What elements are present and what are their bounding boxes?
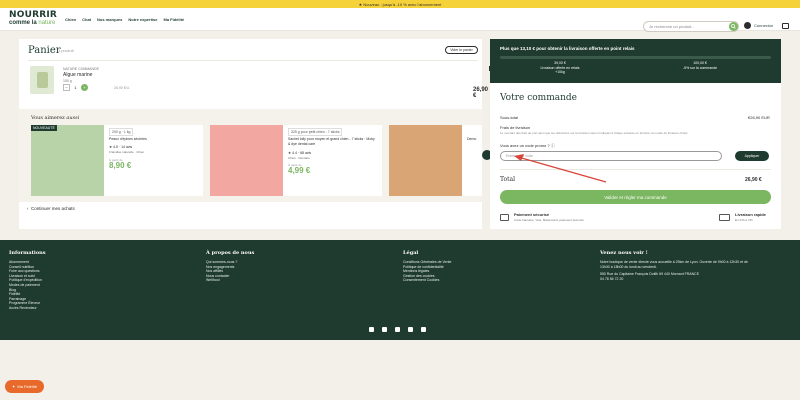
nav-chat[interactable]: Chat xyxy=(82,17,91,22)
progress-bar xyxy=(500,56,771,59)
contact-text: Notre boutique de vente directe vous acc… xyxy=(600,260,748,269)
banner-text: ★ Nouveau : jusqu'à -10 % avec l'abonnem… xyxy=(358,1,442,7)
gift-icon: ✦ xyxy=(12,384,16,389)
truck-icon xyxy=(719,214,730,221)
shipping-note: Le montant des frais de port ainsi que l… xyxy=(500,131,689,135)
total-value: 26,90 € xyxy=(745,177,762,183)
footer-about: À propos de nous Qui sommes-nous ? Nos e… xyxy=(206,250,255,283)
footer-link[interactable]: Accès Revendeur xyxy=(9,306,46,311)
recommendations-title: Vous aimerez aussi xyxy=(31,115,80,121)
product-image[interactable] xyxy=(31,125,104,196)
cart-item-unit-price: 26,90 €/U. xyxy=(114,86,131,90)
order-summary: Votre commande Sous-total €26,90 EUR Fra… xyxy=(490,83,781,229)
free-shipping-progress: Plus que 13,10 € pour obtenir la livrais… xyxy=(490,39,781,83)
subtotal-label: Sous-total xyxy=(500,115,519,120)
secure-payment-title: Paiement sécurisé xyxy=(514,212,550,217)
product-weight[interactable]: 200 g · 1 kg xyxy=(109,128,134,136)
search-input[interactable]: Je recherche un produit... xyxy=(643,21,739,32)
product-rating: ★ 4.5 · 14 avis xyxy=(109,145,133,149)
account-link[interactable]: Connexion xyxy=(744,22,773,29)
product-weight[interactable]: 325 g pour petit chien - 7 sticks xyxy=(288,128,343,136)
quantity-value[interactable]: 1 xyxy=(71,84,80,91)
shipping-label: Frais de livraison xyxy=(500,125,531,130)
contact-phone[interactable]: 04 78 56 72 20 xyxy=(600,277,750,282)
linkedin-icon[interactable] xyxy=(421,327,426,332)
empty-cart-button[interactable]: Vider le panier xyxy=(445,46,478,54)
milestone: 100,00 € -5% sur la commande xyxy=(682,61,718,70)
site-header: NOURRIR comme la nature Chien Chat Nos m… xyxy=(0,8,800,32)
decrease-button[interactable]: − xyxy=(63,84,70,91)
apply-code-button[interactable]: Appliquer xyxy=(735,151,769,161)
product-rating: ★ 4.4 · 68 avis xyxy=(288,151,312,155)
search-button[interactable] xyxy=(729,22,738,31)
footer-informations: Informations Abonnement Conseil nutritio… xyxy=(9,250,46,311)
account-label: Connexion xyxy=(754,23,774,28)
search-icon xyxy=(731,24,736,29)
cart-item-image[interactable] xyxy=(30,66,54,94)
order-title: Votre commande xyxy=(500,93,577,103)
fast-delivery-sub: En 24h à 72h xyxy=(735,218,753,222)
loyalty-button[interactable]: ✦ Ma Fidélité xyxy=(5,380,44,393)
facebook-icon[interactable] xyxy=(369,327,374,332)
promo-code-input[interactable]: Entrer votre code xyxy=(500,151,722,161)
footer-link[interactable]: Wellfood xyxy=(206,278,254,283)
product-image[interactable] xyxy=(210,125,283,196)
instagram-icon[interactable] xyxy=(382,327,387,332)
cart-item-total: 26,90 € xyxy=(473,87,489,99)
product-card[interactable]: Demo xyxy=(389,125,482,196)
product-image[interactable] xyxy=(389,125,462,196)
fast-delivery-title: Livraison rapide xyxy=(735,212,766,217)
product-name[interactable]: Sachet lolly pour moyen et grand chien -… xyxy=(288,137,376,146)
promo-code-label: Vous avez un code promo ? ⓘ xyxy=(500,143,555,148)
cart-title: Panier xyxy=(28,45,61,56)
product-tags: Friandise naturelle · Chien xyxy=(109,150,145,154)
info-icon: ⓘ xyxy=(550,143,555,148)
product-card[interactable]: 325 g pour petit chien - 7 sticks Sachet… xyxy=(210,125,382,196)
cart-item-weight: 150 g xyxy=(63,79,72,83)
loyalty-label: Ma Fidélité xyxy=(17,384,37,389)
product-price: 8,90 € xyxy=(109,161,132,170)
recommendations-section: Vous aimerez aussi 200 g · 1 kg Peaux d'… xyxy=(19,109,492,202)
nav-chien[interactable]: Chien xyxy=(65,17,76,22)
checkout-button[interactable]: Valider et régler ma commande xyxy=(500,190,771,204)
card-icon xyxy=(500,214,509,221)
main-nav: Chien Chat Nos marques Notre expertise M… xyxy=(65,17,184,22)
milestone: 39,00 € Livraison offerte en relais +10k… xyxy=(540,61,580,75)
new-badge: NOUVEAUTÉ xyxy=(31,125,57,131)
logo-text-bottom: comme la nature xyxy=(9,20,56,26)
footer-link[interactable]: Consentement Cookies xyxy=(403,278,451,283)
youtube-icon[interactable] xyxy=(408,327,413,332)
tiktok-icon[interactable] xyxy=(395,327,400,332)
product-name[interactable]: Peaux d'épines séchées xyxy=(109,137,197,142)
divider xyxy=(500,169,771,170)
promo-message: Plus que 13,10 € pour obtenir la livrais… xyxy=(500,46,635,51)
nav-marques[interactable]: Nos marques xyxy=(97,17,122,22)
nav-expertise[interactable]: Notre expertise xyxy=(128,17,157,22)
product-tags: Chien · Dentaire xyxy=(288,156,310,160)
site-footer: Informations Abonnement Conseil nutritio… xyxy=(0,240,800,340)
continue-shopping-link[interactable]: ‹ Continuer mes achats xyxy=(27,206,75,211)
divider xyxy=(28,60,478,61)
footer-contact: Venez nous voir ! Notre boutique de vent… xyxy=(600,250,750,281)
secure-payment-sub: Carte bancaire, Visa, Mastercard, paieme… xyxy=(514,218,584,222)
user-icon xyxy=(744,22,751,29)
increase-button[interactable]: + xyxy=(81,84,88,91)
cart-item-brand: NATURE COMMANDE xyxy=(63,67,99,71)
footer-link[interactable]: Conditions Générales de Vente xyxy=(403,260,451,265)
announcement-banner[interactable]: ★ Nouveau : jusqu'à -10 % avec l'abonnem… xyxy=(0,0,800,8)
footer-legal: Légal Conditions Générales de Vente Poli… xyxy=(403,250,452,283)
total-label: Total xyxy=(500,176,516,183)
product-card[interactable]: 200 g · 1 kg Peaux d'épines séchées ★ 4.… xyxy=(31,125,203,196)
site-logo[interactable]: NOURRIR comme la nature xyxy=(9,10,58,27)
subtotal-value: €26,90 EUR xyxy=(748,115,770,120)
nav-fidelite[interactable]: Ma Fidélité xyxy=(163,17,184,22)
cart-item-name[interactable]: Algue marine xyxy=(63,72,92,78)
logo-text-top: NOURRIR xyxy=(9,10,58,20)
quantity-stepper: − 1 + xyxy=(63,84,88,91)
cart-icon[interactable] xyxy=(782,23,789,29)
cart-count: 1 produit xyxy=(58,48,74,53)
product-price: 4,99 € xyxy=(288,166,311,175)
social-links xyxy=(369,327,426,332)
